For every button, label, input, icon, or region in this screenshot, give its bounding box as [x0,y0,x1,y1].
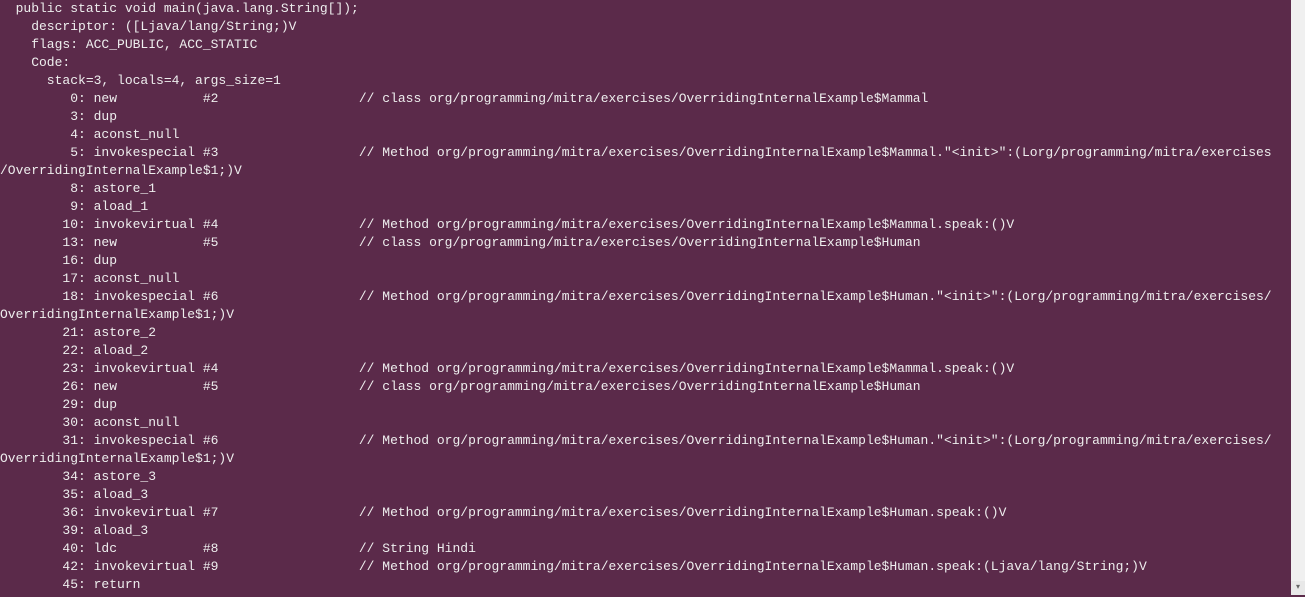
code-viewer: public static void main(java.lang.String… [0,0,1291,595]
code-line: 40: ldc #8 // String Hindi [0,540,1291,558]
code-line: descriptor: ([Ljava/lang/String;)V [0,18,1291,36]
code-line: 26: new #5 // class org/programming/mitr… [0,378,1291,396]
code-line: 16: dup [0,252,1291,270]
code-line: stack=3, locals=4, args_size=1 [0,72,1291,90]
code-line: Code: [0,54,1291,72]
code-line: 5: invokespecial #3 // Method org/progra… [0,144,1291,162]
code-line: 39: aload_3 [0,522,1291,540]
code-line: 45: return [0,576,1291,594]
code-line-wrap: OverridingInternalExample$1;)V [0,306,1291,324]
code-line: 13: new #5 // class org/programming/mitr… [0,234,1291,252]
code-line: 8: astore_1 [0,180,1291,198]
code-line: 18: invokespecial #6 // Method org/progr… [0,288,1291,306]
code-line: 10: invokevirtual #4 // Method org/progr… [0,216,1291,234]
scroll-down-button[interactable]: ▾ [1291,581,1305,595]
vertical-scrollbar[interactable]: ▾ [1291,0,1305,595]
code-line: public static void main(java.lang.String… [0,0,1291,18]
code-line: 30: aconst_null [0,414,1291,432]
code-line: 34: astore_3 [0,468,1291,486]
code-line-wrap: /OverridingInternalExample$1;)V [0,162,1291,180]
code-line: 36: invokevirtual #7 // Method org/progr… [0,504,1291,522]
chevron-down-icon: ▾ [1296,579,1300,597]
code-line: 22: aload_2 [0,342,1291,360]
code-line: 35: aload_3 [0,486,1291,504]
code-line: 9: aload_1 [0,198,1291,216]
code-line: 4: aconst_null [0,126,1291,144]
code-line: 29: dup [0,396,1291,414]
code-line: 21: astore_2 [0,324,1291,342]
code-line: 17: aconst_null [0,270,1291,288]
code-line: 3: dup [0,108,1291,126]
code-line-wrap: OverridingInternalExample$1;)V [0,450,1291,468]
code-line: 31: invokespecial #6 // Method org/progr… [0,432,1291,450]
code-line: 42: invokevirtual #9 // Method org/progr… [0,558,1291,576]
code-line: 23: invokevirtual #4 // Method org/progr… [0,360,1291,378]
code-line: flags: ACC_PUBLIC, ACC_STATIC [0,36,1291,54]
code-line: 0: new #2 // class org/programming/mitra… [0,90,1291,108]
